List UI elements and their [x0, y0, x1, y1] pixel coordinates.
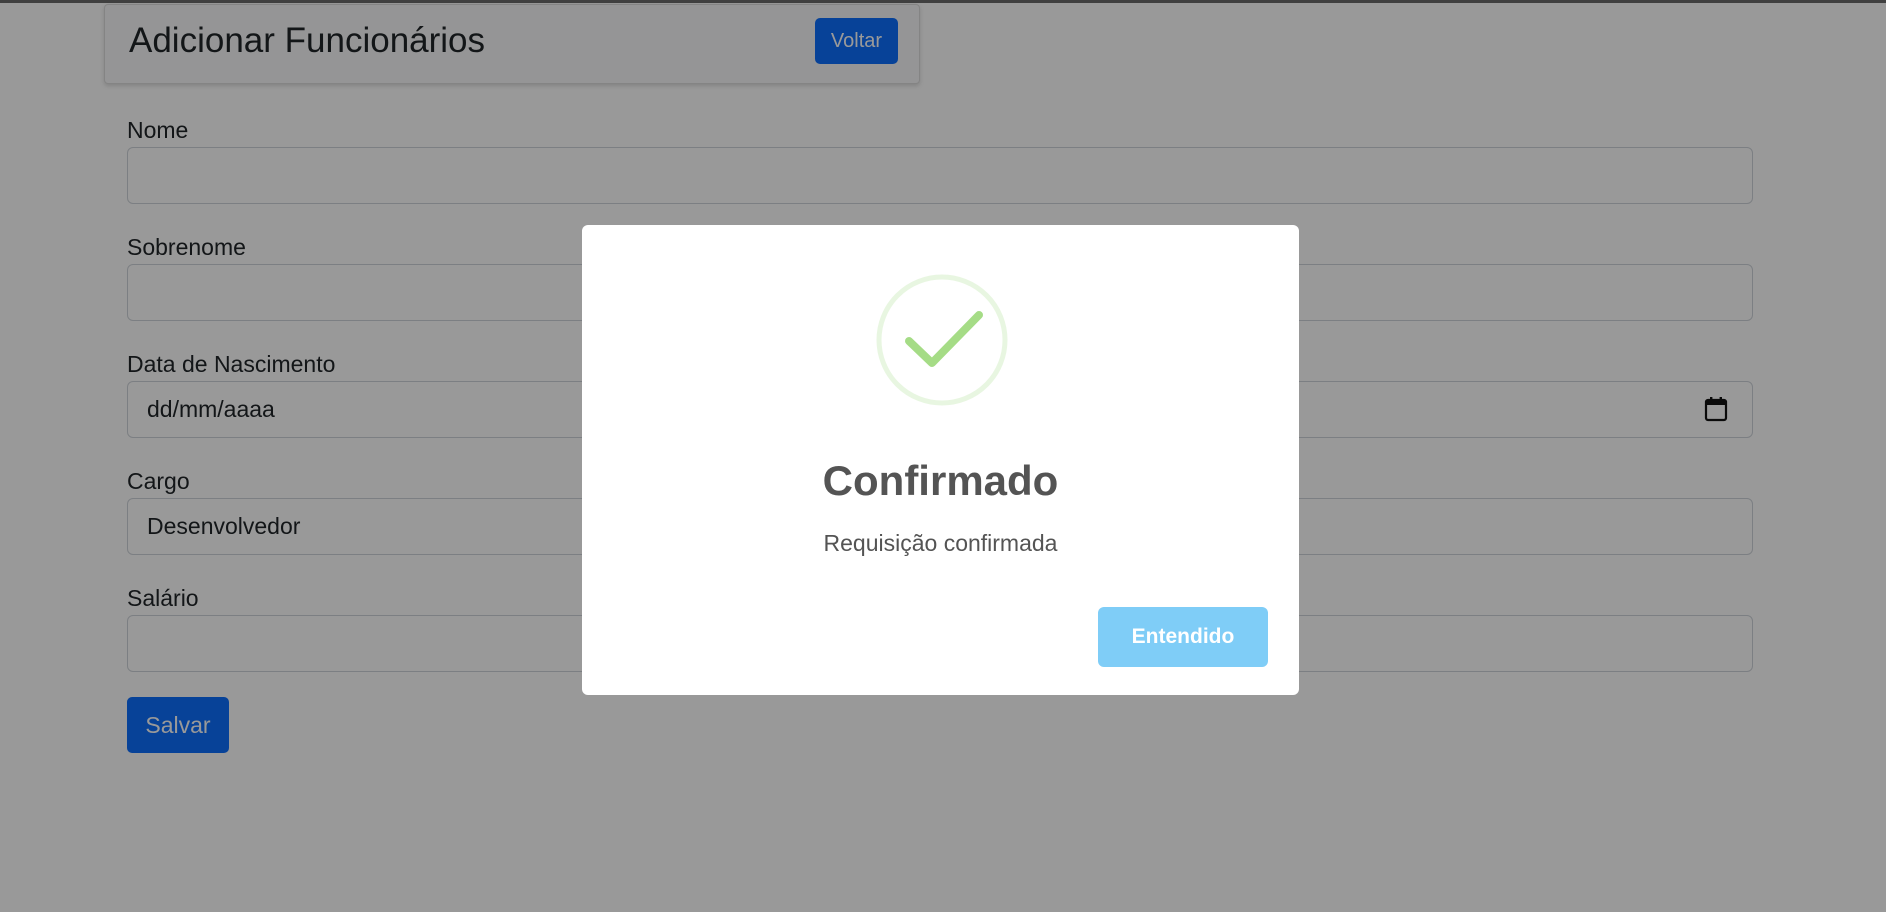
- confirm-button[interactable]: Entendido: [1098, 607, 1268, 667]
- success-check-icon: [876, 274, 1008, 406]
- dialog-message: Requisição confirmada: [823, 530, 1058, 556]
- confirmation-dialog: Confirmado Requisição confirmada Entendi…: [582, 225, 1299, 695]
- dialog-title: Confirmado: [822, 457, 1059, 504]
